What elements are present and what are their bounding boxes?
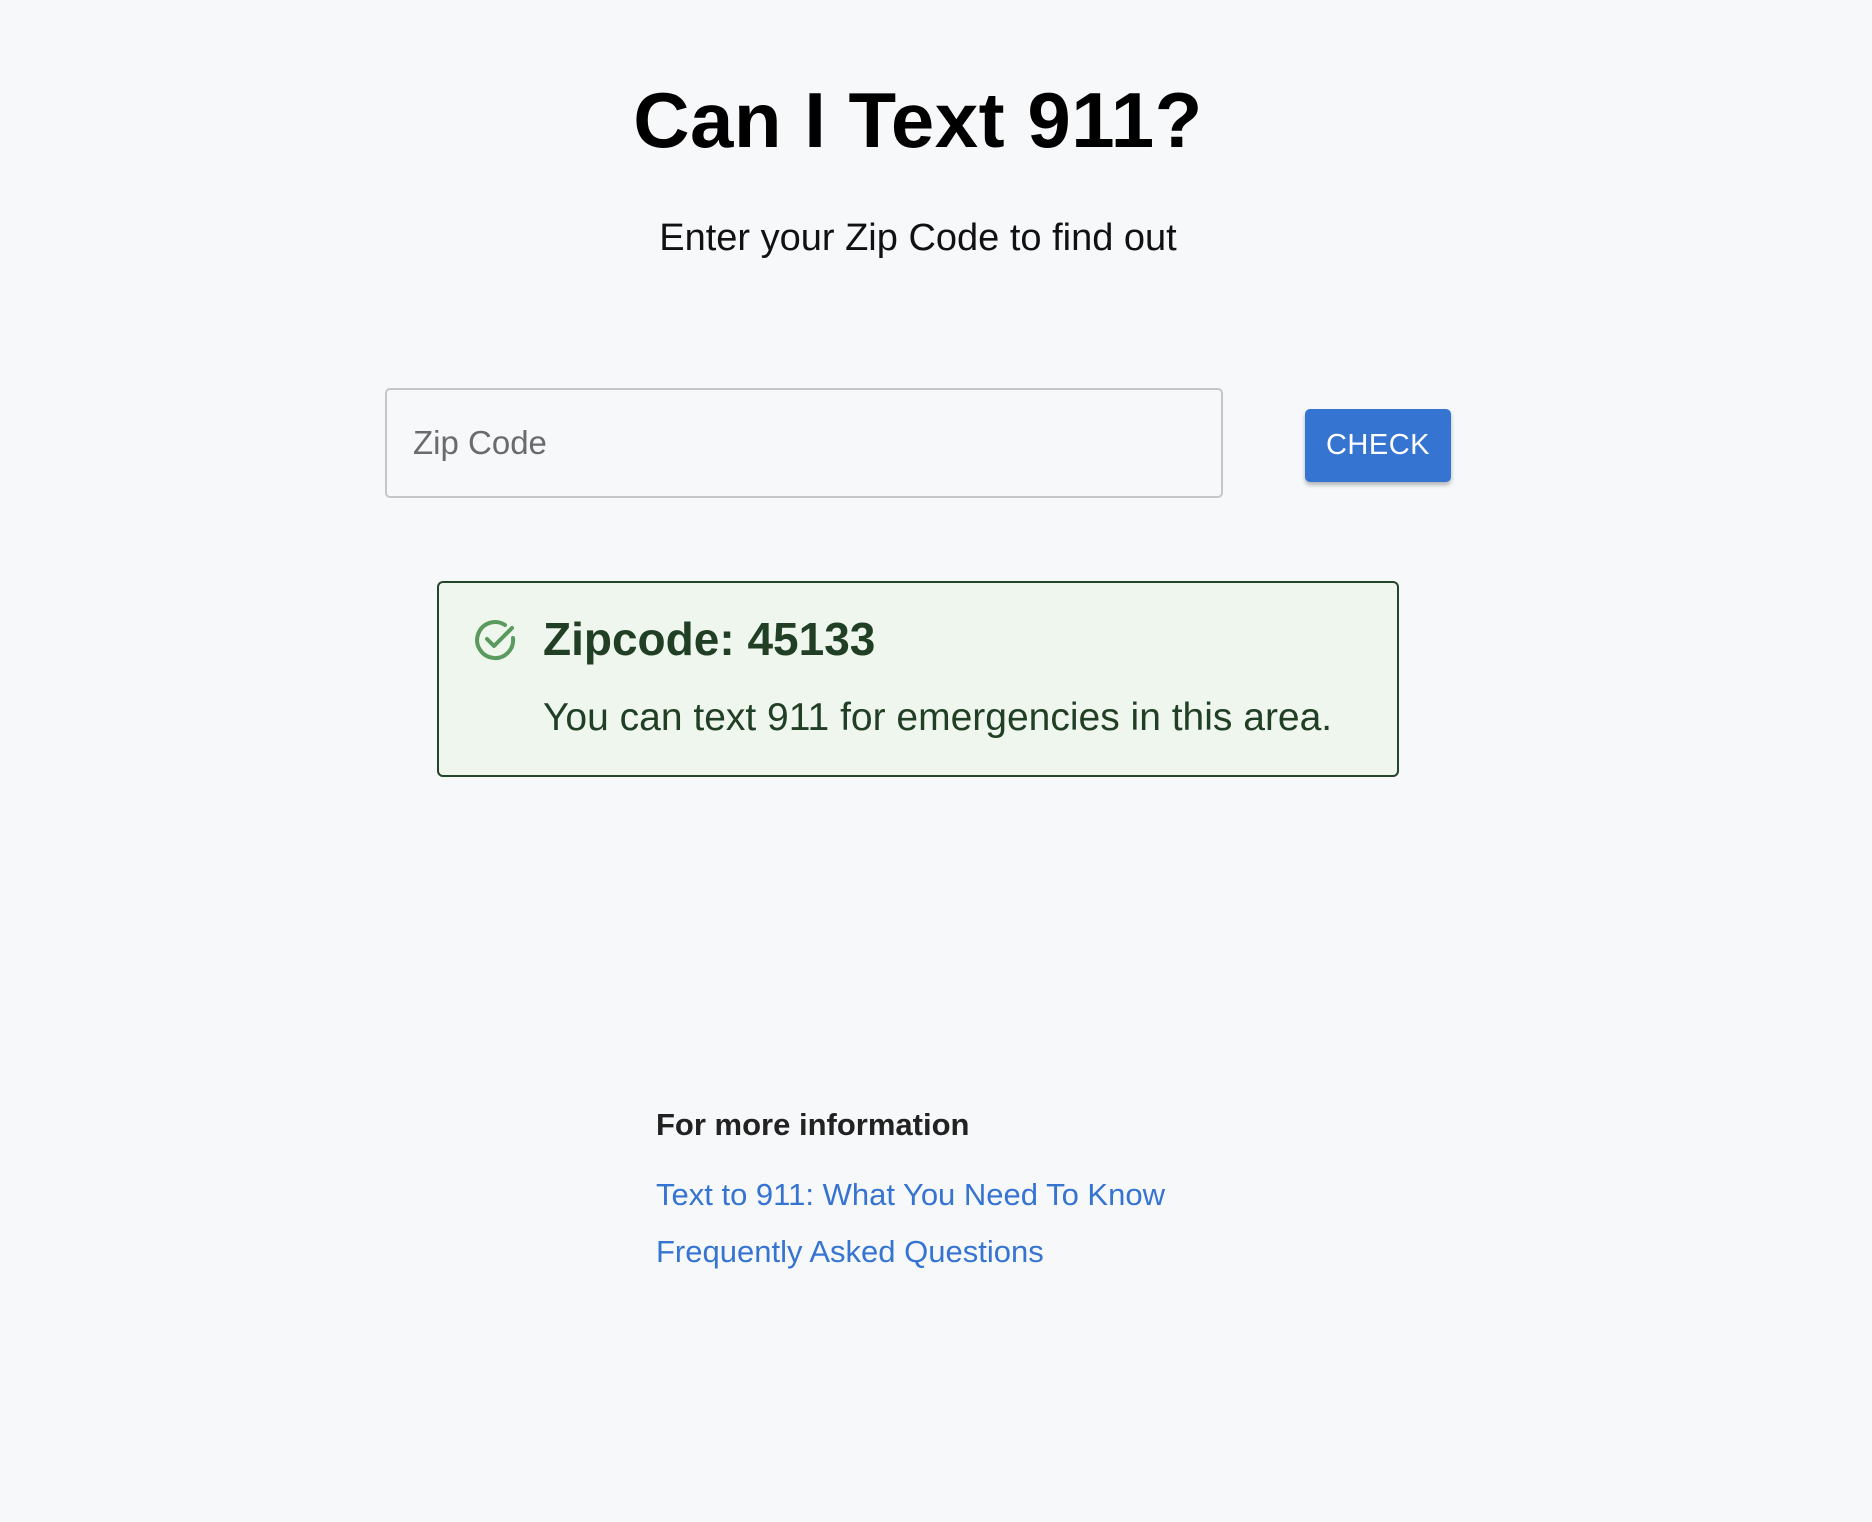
zip-code-input[interactable] — [385, 388, 1223, 498]
result-message: You can text 911 for emergencies in this… — [543, 696, 1333, 739]
link-text-to-911-guide[interactable]: Text to 911: What You Need To Know — [656, 1175, 1165, 1215]
check-button[interactable]: CHECK — [1305, 409, 1451, 482]
more-info-section: For more information Text to 911: What Y… — [656, 1105, 1165, 1289]
result-card: Zipcode: 45133 You can text 911 for emer… — [437, 581, 1399, 777]
link-faq[interactable]: Frequently Asked Questions — [656, 1232, 1165, 1272]
page-title: Can I Text 911? — [633, 76, 1203, 164]
check-circle-icon — [473, 617, 519, 663]
result-heading: Zipcode: 45133 — [543, 613, 876, 665]
page-subtitle: Enter your Zip Code to find out — [659, 217, 1177, 259]
more-info-heading: For more information — [656, 1107, 970, 1142]
